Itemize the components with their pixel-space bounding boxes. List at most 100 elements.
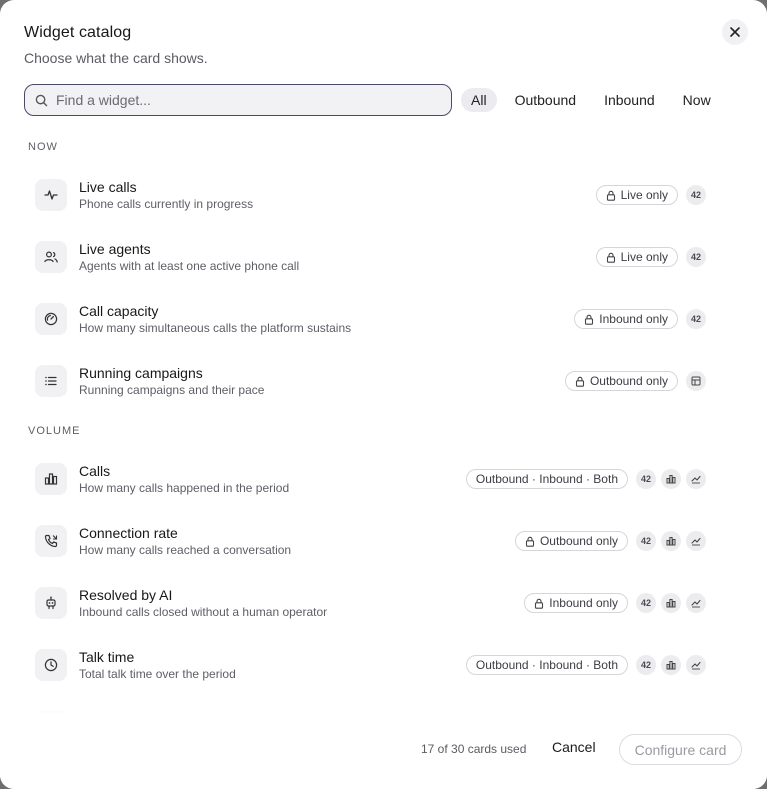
widget-icon-tile xyxy=(35,179,67,211)
number-format-badge: 42 xyxy=(636,655,656,675)
lock-icon xyxy=(525,536,535,547)
dialog-subtitle: Choose what the card shows. xyxy=(24,50,208,66)
close-button[interactable] xyxy=(722,19,748,45)
line-chart-badge-icon xyxy=(686,469,706,489)
lock-icon xyxy=(606,252,616,263)
widget-title: Calls xyxy=(79,462,111,479)
widget-row[interactable]: Running campaigns Running campaigns and t… xyxy=(0,350,767,412)
source-chip-label: Live only xyxy=(620,250,668,264)
widget-text: Connection rate How many calls reached a … xyxy=(79,525,291,558)
widget-description: Phone calls currently in progress xyxy=(79,196,254,211)
widget-description: Inbound calls closed without a human ope… xyxy=(79,604,328,619)
usage-count: 17 of 30 cards used xyxy=(421,742,527,756)
format-badges: 42 xyxy=(636,655,706,675)
widget-row[interactable]: Live calls Phone calls currently in progr… xyxy=(0,164,767,226)
source-chip-label: Outbound only xyxy=(589,374,668,388)
number-format-badge: 42 xyxy=(636,469,656,489)
widget-description: How many calls happened in the period xyxy=(79,480,290,495)
widget-meta: Live only 42 xyxy=(595,226,706,288)
list-fade xyxy=(0,696,767,724)
table-chart-badge-icon xyxy=(686,371,706,391)
lock-icon xyxy=(534,598,544,609)
bar-chart-badge-icon xyxy=(661,655,681,675)
widget-text: Live calls Phone calls currently in progr… xyxy=(79,179,253,212)
widget-row[interactable]: Connection rate How many calls reached a … xyxy=(0,510,767,572)
widget-title: Resolved by AI xyxy=(79,586,173,603)
dialog-title: Widget catalog xyxy=(24,24,132,41)
widget-description: Total talk time over the period xyxy=(79,666,236,681)
source-chip: Outbound only xyxy=(564,371,678,391)
tab-now[interactable]: Now xyxy=(673,88,721,112)
tab-all[interactable]: All xyxy=(461,88,497,112)
pulse-icon xyxy=(43,187,59,203)
source-chip-label: Outbound · Inbound · Both xyxy=(475,658,618,672)
cancel-button[interactable]: Cancel xyxy=(552,739,596,755)
number-format-badge: 42 xyxy=(686,247,706,267)
widget-description: Running campaigns and their pace xyxy=(79,382,265,397)
dialog-footer: 17 of 30 cards used Cancel Configure car… xyxy=(0,724,767,789)
source-chip: Inbound only xyxy=(574,309,678,329)
widget-icon-tile xyxy=(35,241,67,273)
widget-meta: Inbound only 42 xyxy=(524,572,706,634)
source-chip: Live only xyxy=(595,185,678,205)
lock-icon xyxy=(606,190,616,201)
widget-text: Live agents Agents with at least one acti… xyxy=(79,241,299,274)
format-badges: 42 xyxy=(686,185,706,205)
bar-chart-icon xyxy=(43,471,59,487)
tab-outbound[interactable]: Outbound xyxy=(505,88,587,112)
widget-row[interactable]: Talk time Total talk time over the period… xyxy=(0,634,767,696)
widget-text: Calls How many calls happened in the peri… xyxy=(79,463,289,496)
format-badges: 42 xyxy=(636,531,706,551)
widget-row[interactable]: Resolved by AI Inbound calls closed witho… xyxy=(0,572,767,634)
widget-text: Talk time Total talk time over the period xyxy=(79,649,236,682)
number-format-badge: 42 xyxy=(636,531,656,551)
format-badges: 42 xyxy=(636,469,706,489)
widget-meta: Outbound only 42 xyxy=(514,510,706,572)
number-format-badge: 42 xyxy=(686,185,706,205)
line-chart-badge-icon xyxy=(686,593,706,613)
source-chip-label: Live only xyxy=(620,188,668,202)
widget-title: Live calls xyxy=(79,178,137,195)
format-badges xyxy=(686,371,706,391)
source-chip: Outbound · Inbound · Both xyxy=(465,469,628,489)
widget-text: Running campaigns Running campaigns and t… xyxy=(79,365,264,398)
widget-description: How many calls reached a conversation xyxy=(79,542,292,557)
widget-meta: Inbound only 42 xyxy=(574,288,706,350)
widget-title: Running campaigns xyxy=(79,364,203,381)
line-chart-badge-icon xyxy=(686,531,706,551)
robot-icon xyxy=(43,595,59,611)
gauge-icon xyxy=(43,311,59,327)
widget-meta: Outbound · Inbound · Both 42 xyxy=(465,448,706,510)
configure-card-button[interactable]: Configure card xyxy=(619,734,742,765)
widget-title: Live agents xyxy=(79,240,151,257)
search-box[interactable] xyxy=(24,84,452,116)
widget-description: How many simultaneous calls the platform… xyxy=(79,320,352,335)
source-chip: Live only xyxy=(595,247,678,267)
source-chip-label: Inbound only xyxy=(549,596,618,610)
format-badges: 42 xyxy=(686,247,706,267)
search-icon xyxy=(35,94,48,107)
bar-chart-badge-icon xyxy=(661,531,681,551)
widget-icon-tile xyxy=(35,463,67,495)
widget-text: Resolved by AI Inbound calls closed witho… xyxy=(79,587,327,620)
users-icon xyxy=(43,249,59,265)
clock-icon xyxy=(43,657,59,673)
lock-icon xyxy=(584,314,594,325)
tab-inbound[interactable]: Inbound xyxy=(594,88,665,112)
line-chart-badge-icon xyxy=(686,655,706,675)
source-chip: Outbound only xyxy=(514,531,628,551)
widget-row[interactable]: Call capacity How many simultaneous calls… xyxy=(0,288,767,350)
widget-row[interactable]: Calls How many calls happened in the peri… xyxy=(0,448,767,510)
widget-title: Connection rate xyxy=(79,524,178,541)
source-chip: Outbound · Inbound · Both xyxy=(465,655,628,675)
bar-chart-badge-icon xyxy=(661,593,681,613)
widget-icon-tile xyxy=(35,365,67,397)
widget-meta: Live only 42 xyxy=(595,164,706,226)
widget-row[interactable]: Live agents Agents with at least one acti… xyxy=(0,226,767,288)
widget-icon-tile xyxy=(35,587,67,619)
lock-icon xyxy=(575,376,585,387)
search-input[interactable] xyxy=(56,92,416,108)
widget-meta: Outbound · Inbound · Both 42 xyxy=(465,634,706,696)
widget-list[interactable]: NOW Live calls Phone calls currently in pr… xyxy=(0,130,767,720)
section-header: VOLUME xyxy=(28,425,81,437)
